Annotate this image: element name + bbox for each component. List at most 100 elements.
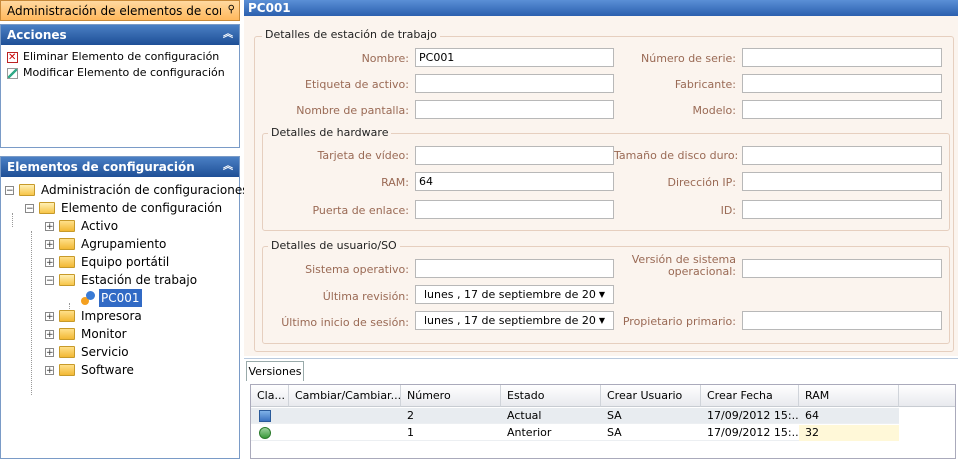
puerta-label: Puerta de enlace: bbox=[312, 204, 409, 217]
tree-line bbox=[12, 213, 13, 227]
tree-title: Elementos de configuración bbox=[7, 160, 195, 174]
expand-node-icon[interactable]: + bbox=[45, 240, 54, 250]
ip-field[interactable] bbox=[742, 172, 942, 191]
document-tab[interactable]: Administración de elementos de configu ⚲ bbox=[0, 0, 240, 21]
modify-ci-label: Modificar Elemento de configuración bbox=[23, 66, 225, 79]
cell-fecha: 17/09/2012 15:... bbox=[707, 409, 799, 422]
versions-tabbar: Versiones bbox=[244, 358, 958, 381]
tree-header[interactable]: Elementos de configuración ︽ bbox=[1, 157, 239, 177]
collapse-icon[interactable]: ︽ bbox=[223, 25, 233, 45]
tree-item-label: Software bbox=[81, 363, 134, 377]
propietario-label: Propietario primario: bbox=[622, 315, 736, 328]
expand-node-icon[interactable]: + bbox=[45, 348, 54, 358]
tarjeta-label: Tarjeta de vídeo: bbox=[317, 149, 409, 162]
sesion-date-picker[interactable]: lunes , 17 de septiembre de 20 ▼ bbox=[415, 311, 614, 330]
expand-node-icon[interactable]: + bbox=[45, 312, 54, 322]
tree-item-label: Monitor bbox=[81, 327, 127, 341]
ip-label: Dirección IP: bbox=[667, 176, 736, 189]
etiqueta-label: Etiqueta de activo: bbox=[305, 78, 409, 91]
puerta-field[interactable] bbox=[415, 200, 614, 219]
left-pane: Administración de elementos de configu ⚲… bbox=[0, 0, 248, 459]
modelo-field[interactable] bbox=[742, 100, 942, 119]
workstation-group-label: Detalles de estación de trabajo bbox=[262, 28, 440, 41]
detail-form: Detalles de estación de trabajo Nombre: … bbox=[244, 16, 958, 356]
collapse-icon[interactable]: ︽ bbox=[223, 157, 233, 177]
cell-numero: 2 bbox=[407, 409, 414, 422]
dropdown-arrow-icon[interactable]: ▼ bbox=[599, 286, 605, 303]
column-header-cambiar[interactable]: Cambiar/Cambiar... bbox=[289, 385, 401, 407]
modify-ci-action[interactable]: Modificar Elemento de configuración bbox=[1, 65, 239, 81]
disco-label: Tamaño de disco duro: bbox=[614, 149, 739, 162]
cell-usuario: SA bbox=[607, 409, 622, 422]
revision-label: Última revisión: bbox=[322, 290, 409, 303]
tab-versiones[interactable]: Versiones bbox=[246, 361, 304, 381]
ci-tree-panel: Elementos de configuración ︽ − Administr… bbox=[0, 156, 248, 459]
cell-ram-changed: 32 bbox=[799, 425, 899, 441]
revision-date-picker[interactable]: lunes , 17 de septiembre de 20 ▼ bbox=[415, 285, 614, 304]
column-header-ram[interactable]: RAM bbox=[799, 385, 899, 407]
pantalla-label: Nombre de pantalla: bbox=[296, 104, 409, 117]
actions-title: Acciones bbox=[7, 28, 67, 42]
column-header-estado[interactable]: Estado bbox=[501, 385, 601, 407]
folder-icon bbox=[59, 238, 75, 250]
versions-grid: Cla... Cambiar/Cambiar... Número Estado … bbox=[250, 384, 956, 459]
sesion-date-value: lunes , 17 de septiembre de 20 bbox=[424, 314, 596, 327]
tree-root-label: Administración de configuraciones bbox=[41, 183, 249, 197]
folder-icon bbox=[59, 220, 75, 232]
nombre-field[interactable]: PC001 bbox=[415, 48, 614, 67]
tree-item-label: Activo bbox=[81, 219, 119, 233]
serie-label: Número de serie: bbox=[641, 52, 736, 65]
collapse-node-icon[interactable]: − bbox=[25, 204, 34, 214]
dropdown-arrow-icon[interactable]: ▼ bbox=[599, 312, 605, 329]
version-so-field[interactable] bbox=[742, 259, 942, 278]
delete-icon bbox=[7, 50, 18, 66]
tree-item-label: Servicio bbox=[81, 345, 129, 359]
fabricante-field[interactable] bbox=[742, 74, 942, 93]
tree-item-label: Elemento de configuración bbox=[61, 201, 223, 215]
column-header-filler bbox=[899, 385, 955, 407]
detail-pane: PC001 Detalles de estación de trabajo No… bbox=[244, 0, 958, 459]
column-header-numero[interactable]: Número bbox=[401, 385, 501, 407]
fabricante-label: Fabricante: bbox=[674, 78, 736, 91]
column-header-fecha[interactable]: Crear Fecha bbox=[701, 385, 799, 407]
id-field[interactable] bbox=[742, 200, 942, 219]
collapse-node-icon[interactable]: − bbox=[45, 276, 54, 286]
folder-icon bbox=[59, 256, 75, 268]
cell-usuario: SA bbox=[607, 426, 622, 439]
folder-open-icon bbox=[19, 184, 35, 196]
computer-icon bbox=[259, 410, 271, 422]
tarjeta-field[interactable] bbox=[415, 146, 614, 165]
folder-open-icon bbox=[59, 274, 75, 286]
folder-open-icon bbox=[39, 202, 55, 214]
actions-header[interactable]: Acciones ︽ bbox=[1, 25, 239, 45]
workstation-icon bbox=[81, 291, 95, 305]
expand-node-icon[interactable]: + bbox=[45, 330, 54, 340]
tree-item-label: Estación de trabajo bbox=[81, 273, 198, 287]
column-header-usuario[interactable]: Crear Usuario bbox=[601, 385, 701, 407]
folder-icon bbox=[59, 346, 75, 358]
user-os-group-label: Detalles de usuario/SO bbox=[268, 239, 400, 252]
actions-panel: Acciones ︽ Eliminar Elemento de configur… bbox=[0, 24, 240, 148]
cell-estado: Actual bbox=[507, 409, 542, 422]
expand-node-icon[interactable]: + bbox=[45, 258, 54, 268]
folder-icon bbox=[59, 364, 75, 376]
collapse-node-icon[interactable]: − bbox=[5, 186, 14, 196]
ram-label: RAM: bbox=[381, 176, 409, 189]
expand-node-icon[interactable]: + bbox=[45, 366, 54, 376]
disco-field[interactable] bbox=[742, 146, 942, 165]
ram-field[interactable]: 64 bbox=[415, 172, 614, 191]
so-field[interactable] bbox=[415, 259, 614, 278]
sesion-label: Último inicio de sesión: bbox=[281, 316, 409, 329]
expand-node-icon[interactable]: + bbox=[45, 222, 54, 232]
serie-field[interactable] bbox=[742, 48, 942, 67]
cell-estado: Anterior bbox=[507, 426, 552, 439]
etiqueta-field[interactable] bbox=[415, 74, 614, 93]
pin-icon[interactable]: ⚲ bbox=[228, 4, 235, 15]
so-label: Sistema operativo: bbox=[305, 263, 409, 276]
propietario-field[interactable] bbox=[742, 311, 942, 330]
column-header-clase[interactable]: Cla... bbox=[251, 385, 289, 407]
tree-item-label: Impresora bbox=[81, 309, 142, 323]
version-so-label: Versión de sistema operacional: bbox=[631, 254, 736, 278]
pantalla-field[interactable] bbox=[415, 100, 614, 119]
delete-ci-action[interactable]: Eliminar Elemento de configuración bbox=[1, 49, 239, 66]
